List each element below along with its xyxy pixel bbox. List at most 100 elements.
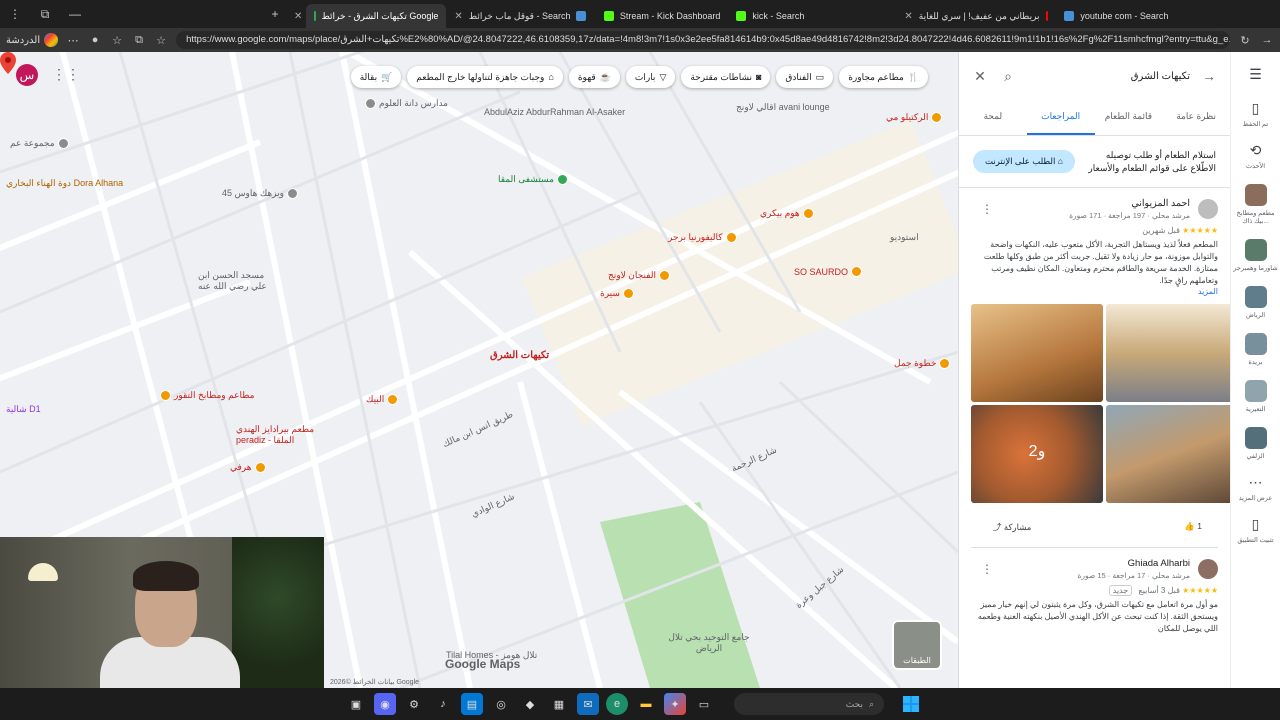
map-poi[interactable]: الركتيلو مي (886, 112, 943, 123)
calculator-icon[interactable]: ▦ (548, 693, 570, 715)
recent-place[interactable]: مطعم ومطابخ بيك ذاك... (1233, 184, 1279, 225)
file-explorer-icon[interactable]: ▬ (635, 693, 657, 715)
reviewer-name[interactable]: احمد المزيواني (1069, 198, 1190, 209)
map-poi[interactable]: SO SAURDO (794, 266, 863, 277)
taskbar-search[interactable]: بحث ⌕ (734, 693, 884, 715)
map-poi[interactable]: مطاعم ومطابخ التقور (160, 390, 254, 401)
copilot-icon[interactable]: ✦ (664, 693, 686, 715)
new-tab-icon[interactable]: + (260, 0, 290, 28)
more-options-icon[interactable]: ⋮ (981, 562, 993, 576)
map-poi[interactable]: مسجد الحسن ابن علي رضي الله عنه (198, 270, 278, 292)
url-field[interactable]: https://www.google.com/maps/place/تكيهات… (176, 31, 1230, 49)
review-photo-more[interactable]: و2 (971, 405, 1103, 503)
app-icon[interactable]: ◆ (519, 693, 541, 715)
tab-overview[interactable]: نظرة عامة (1162, 100, 1230, 135)
like-button[interactable]: 1 👍 (1184, 521, 1202, 533)
store-icon[interactable]: ▤ (461, 693, 483, 715)
tab-kick-dashboard[interactable]: Stream - Kick Dashboard (596, 4, 728, 28)
avatar[interactable] (1198, 199, 1218, 219)
chip-hotels[interactable]: ▭ الفنادق (776, 66, 834, 88)
pin-label[interactable]: تكيهات الشرق (490, 350, 549, 361)
tab-youtube-video[interactable]: ✕ بريطاني من عفيف! | سري للغاية (896, 4, 1056, 28)
search-icon[interactable]: ⌕ (999, 68, 1017, 85)
chip-things-to-do[interactable]: ◙ نشاطات مقترحة (681, 66, 771, 88)
account-avatar[interactable]: س (16, 64, 38, 86)
outlook-icon[interactable]: ✉ (577, 693, 599, 715)
map-poi[interactable]: مجموعة عم (10, 138, 69, 149)
edge-icon[interactable]: e (606, 693, 628, 715)
map-poi[interactable]: ويزهك هاوس 45 (222, 188, 298, 199)
map-canvas[interactable]: س ⋮⋮ 🍴 مطاعم مجاورة ▭ الفنادق ◙ نشاطات مقتر… (0, 52, 958, 688)
map-poi[interactable]: مدارس دانة العلوم (365, 98, 448, 109)
more-options-icon[interactable]: ⋮ (981, 202, 993, 216)
location-pin-icon[interactable] (0, 52, 16, 74)
recent-place[interactable]: الزلفي (1233, 427, 1279, 460)
tab-search-maps[interactable]: ✕ قوقل ماب خرائط - Search (446, 4, 596, 28)
map-poi[interactable]: هوم بيكري (760, 208, 814, 219)
forward-icon[interactable]: → (1260, 34, 1274, 46)
tab-menu[interactable]: قائمة الطعام (1095, 100, 1163, 135)
chip-groceries[interactable]: 🛒 بقالة (350, 66, 402, 88)
map-poi[interactable]: مستشفى المقا (498, 174, 568, 185)
extensions-icon[interactable]: ⧉ (132, 34, 146, 47)
settings-icon[interactable]: ⚙ (403, 693, 425, 715)
tab-kick-search[interactable]: kick - Search (728, 4, 896, 28)
tab-reviews[interactable]: المراجعات (1026, 100, 1095, 135)
map-poi[interactable]: مطعم بيرادايز الهندي peradiz - الملقا (236, 424, 326, 446)
tab-close-active[interactable]: ✕ (290, 4, 306, 28)
tab-google-maps[interactable]: تكيهات الشرق - خرائط Google (306, 4, 447, 28)
map-poi[interactable]: البيك (366, 394, 399, 405)
map-poi[interactable]: سيرة (600, 288, 634, 299)
menu-button[interactable]: ☰ (1233, 66, 1279, 86)
terminal-icon[interactable]: ▣ (345, 693, 367, 715)
chip-bars[interactable]: ▽ بارات (625, 66, 676, 88)
reviewer-name[interactable]: Ghiada Alharbi (1077, 558, 1190, 569)
recent-button[interactable]: ⟲ الأحدث (1233, 142, 1279, 170)
recent-place[interactable]: بريدة (1233, 333, 1279, 366)
recent-place[interactable]: شاورما وهمبرجر (1233, 239, 1279, 272)
search-input[interactable]: تكيهات الشرق (1027, 71, 1190, 82)
map-poi[interactable]: كاليفورنيا برجر (668, 232, 737, 243)
order-online-button[interactable]: ⌂ الطلب على الإنترنت (973, 150, 1075, 173)
minimize-icon[interactable]: — (60, 0, 90, 28)
chip-coffee[interactable]: ☕ قهوة (568, 66, 620, 88)
apps-grid-icon[interactable]: ⋮⋮ (52, 66, 80, 83)
tab-search-icon[interactable]: ⧉ (30, 0, 60, 28)
task-view-icon[interactable]: ▭ (693, 693, 715, 715)
install-app-button[interactable]: ▯ تثبيت التطبيق (1233, 516, 1279, 544)
map-poi[interactable]: الفنجان لاونج (608, 270, 670, 281)
map-poi[interactable]: هرفي (230, 462, 266, 473)
map-poi[interactable]: شالية D1 (6, 404, 41, 415)
layers-button[interactable]: الطبقات (892, 620, 942, 670)
refresh-icon[interactable]: ↻ (1238, 34, 1252, 47)
avatar[interactable] (1198, 559, 1218, 579)
review-photo[interactable] (1106, 405, 1230, 503)
share-button[interactable]: مشاركة ⤴ (993, 521, 1031, 533)
discord-icon[interactable]: ◉ (374, 693, 396, 715)
chip-takeout[interactable]: ⌂ وجبات جاهزة لتناولها خارج المطعم (407, 66, 563, 88)
review-photo[interactable] (1106, 304, 1230, 402)
window-menu-icon[interactable]: ⋮ (0, 0, 30, 28)
recent-place[interactable]: الرياض (1233, 286, 1279, 319)
chip-restaurants[interactable]: 🍴 مطاعم مجاورة (839, 66, 928, 88)
tiktok-icon[interactable]: ♪ (432, 693, 454, 715)
back-arrow-icon[interactable]: → (1200, 68, 1218, 84)
profile-icon[interactable]: ● (88, 34, 102, 46)
close-icon[interactable]: ✕ (454, 11, 462, 22)
bookmark-star-icon[interactable]: ☆ (154, 34, 168, 47)
recent-place[interactable]: النعيرية (1233, 380, 1279, 413)
more-link[interactable]: المزيد (971, 287, 1218, 296)
chat-button[interactable]: الدردشة (6, 33, 59, 47)
more-icon[interactable]: ⋯ (66, 34, 80, 47)
show-more-button[interactable]: ⋯ عرض المزيد (1233, 474, 1279, 502)
windows-start-icon[interactable] (903, 696, 919, 712)
close-icon[interactable]: ✕ (971, 68, 989, 85)
favorites-icon[interactable]: ☆ (110, 34, 124, 47)
map-poi[interactable]: استوديو (890, 232, 919, 243)
review-photo[interactable] (971, 304, 1103, 402)
tab-about[interactable]: لمحة (959, 100, 1027, 135)
obs-icon[interactable]: ◎ (490, 693, 512, 715)
map-poi[interactable]: خطوة جمل (894, 358, 951, 369)
close-icon[interactable]: ✕ (904, 11, 912, 22)
saved-button[interactable]: ▯ تم الحفظ (1233, 100, 1279, 128)
